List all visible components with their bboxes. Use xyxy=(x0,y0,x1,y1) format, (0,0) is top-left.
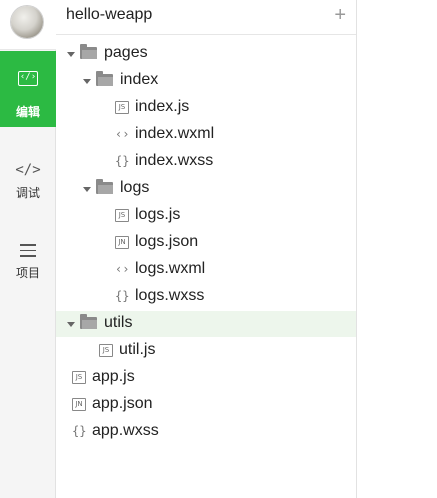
avatar[interactable] xyxy=(11,6,43,38)
js-file-icon: JS xyxy=(72,371,86,384)
activity-bar: ‹/› 编辑 </> 调试 项目 xyxy=(0,0,56,498)
chevron-down-icon[interactable] xyxy=(67,322,75,327)
tree-file-index-wxss[interactable]: {} index.wxss xyxy=(56,149,356,175)
markup-file-icon: ‹› xyxy=(115,262,130,276)
tree-item-label: app.js xyxy=(92,368,135,385)
style-file-icon: {} xyxy=(115,154,130,168)
tree-item-label: index.js xyxy=(135,98,190,115)
sidebar-item-debug[interactable]: </> 调试 xyxy=(0,160,56,210)
tree-file-util-js[interactable]: JS util.js xyxy=(56,338,356,364)
tree-item-label: index.wxml xyxy=(135,125,215,142)
tree-file-app-js[interactable]: JS app.js xyxy=(56,365,356,391)
sidebar-item-project[interactable]: 项目 xyxy=(0,240,56,290)
tree-item-label: index xyxy=(120,71,159,88)
tree-file-logs-wxml[interactable]: ‹› logs.wxml xyxy=(56,257,356,283)
folder-icon xyxy=(96,179,113,194)
avatar-area xyxy=(0,0,56,50)
tree-file-logs-wxss[interactable]: {} logs.wxss xyxy=(56,284,356,310)
tree-file-app-wxss[interactable]: {} app.wxss xyxy=(56,419,356,445)
chevron-down-icon[interactable] xyxy=(83,187,91,192)
sidebar-item-label: 编辑 xyxy=(15,105,40,119)
style-file-icon: {} xyxy=(72,424,87,438)
tree-item-label: logs.wxml xyxy=(135,260,206,277)
js-file-icon: JS xyxy=(115,101,129,114)
tree-item-label: util.js xyxy=(119,341,156,358)
json-file-icon: JN xyxy=(115,236,129,249)
file-explorer: hello-weapp + pages index JS index.js ‹›… xyxy=(56,0,357,498)
tree-item-label: logs.json xyxy=(135,233,199,250)
list-icon xyxy=(20,244,36,257)
tree-item-label: logs.wxss xyxy=(135,287,205,304)
tree-item-label: logs.js xyxy=(135,206,181,223)
js-file-icon: JS xyxy=(99,344,113,357)
tree-item-label: logs xyxy=(120,179,150,196)
code-brackets-icon: </> xyxy=(15,162,41,178)
json-file-icon: JN xyxy=(72,398,86,411)
tree-folder-utils[interactable]: utils xyxy=(56,311,356,337)
add-icon[interactable]: + xyxy=(334,5,346,25)
code-box-icon: ‹/› xyxy=(18,71,38,86)
tree-folder-pages[interactable]: pages xyxy=(56,41,356,67)
folder-icon xyxy=(96,71,113,86)
chevron-down-icon[interactable] xyxy=(67,52,75,57)
sidebar-item-label: 项目 xyxy=(15,266,40,280)
tree-folder-index[interactable]: index xyxy=(56,68,356,94)
explorer-header: hello-weapp + xyxy=(56,0,356,35)
project-title: hello-weapp xyxy=(66,6,153,23)
tree-file-logs-json[interactable]: JN logs.json xyxy=(56,230,356,256)
js-file-icon: JS xyxy=(115,209,129,222)
sidebar-item-label: 调试 xyxy=(15,186,40,200)
style-file-icon: {} xyxy=(115,289,130,303)
tree-file-logs-js[interactable]: JS logs.js xyxy=(56,203,356,229)
tree-item-label: pages xyxy=(104,44,148,61)
folder-icon xyxy=(80,44,97,59)
tree-item-label: index.wxss xyxy=(135,152,214,169)
markup-file-icon: ‹› xyxy=(115,127,130,141)
tree-item-label: app.wxss xyxy=(92,422,159,439)
tree-file-index-wxml[interactable]: ‹› index.wxml xyxy=(56,122,356,148)
folder-icon xyxy=(80,314,97,329)
sidebar-item-edit[interactable]: ‹/› 编辑 xyxy=(0,51,56,127)
tree-folder-logs[interactable]: logs xyxy=(56,176,356,202)
tree-file-index-js[interactable]: JS index.js xyxy=(56,95,356,121)
tree-file-app-json[interactable]: JN app.json xyxy=(56,392,356,418)
chevron-down-icon[interactable] xyxy=(83,79,91,84)
tree-item-label: app.json xyxy=(92,395,153,412)
tree-item-label: utils xyxy=(104,314,133,331)
